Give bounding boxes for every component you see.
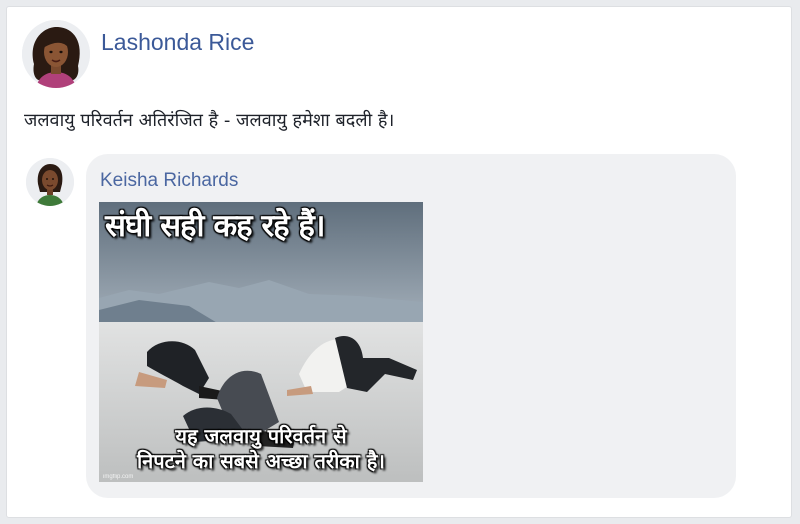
post-author-name[interactable]: Lashonda Rice: [101, 29, 254, 56]
meme-image[interactable]: संघी सही कह रहे हैं। यह जलवायु परिवर्तन …: [99, 202, 423, 482]
meme-top-text: संघी सही कह रहे हैं।: [105, 208, 326, 244]
meme-bottom-line-1: यह जलवायु परिवर्तन से: [175, 424, 347, 448]
post-text: जलवायु परिवर्तन अतिरंजित है - जलवायु हमे…: [24, 110, 395, 131]
reply-avatar[interactable]: [26, 158, 74, 206]
meme-bottom-text: यह जलवायु परिवर्तन से निपटने का सबसे अच्…: [99, 424, 423, 474]
author-avatar[interactable]: [22, 20, 90, 88]
reply-author-name[interactable]: Keisha Richards: [100, 170, 238, 192]
meme-bottom-line-2: निपटने का सबसे अच्छा तरीका है।: [137, 449, 385, 473]
meme-watermark: imgflip.com: [103, 474, 134, 480]
